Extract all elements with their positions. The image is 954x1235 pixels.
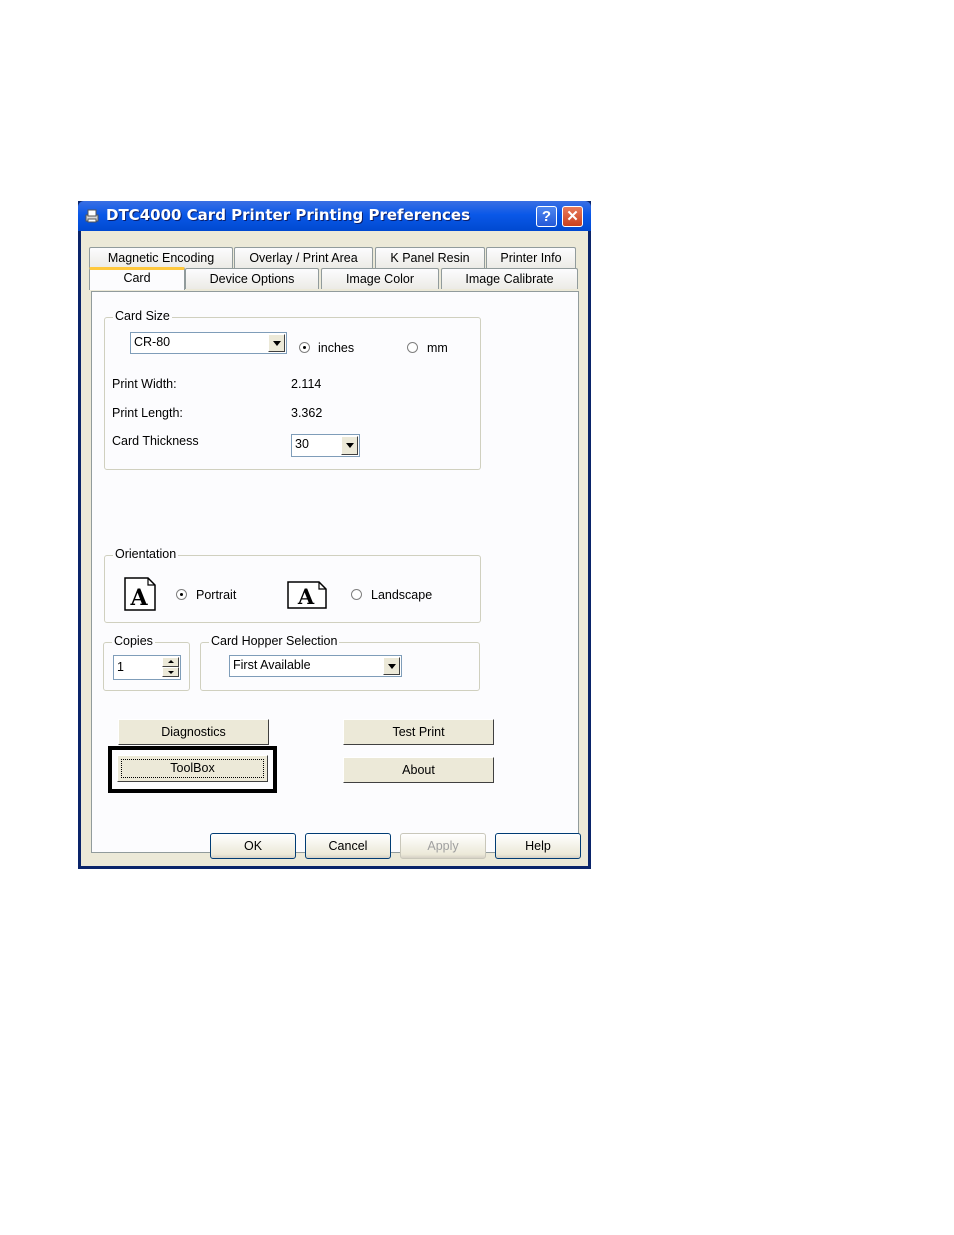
window-title: DTC4000 Card Printer Printing Preference… [106, 206, 470, 224]
spin-down-icon[interactable] [162, 667, 179, 677]
landscape-radio[interactable] [351, 589, 362, 600]
diagnostics-button[interactable]: Diagnostics [118, 719, 269, 745]
cancel-button[interactable]: Cancel [305, 833, 391, 859]
tab-image-calibrate[interactable]: Image Calibrate [441, 268, 578, 289]
inches-radio[interactable] [299, 342, 310, 353]
tab-magnetic-encoding[interactable]: Magnetic Encoding [89, 247, 233, 268]
card-size-select[interactable]: CR-80 [130, 332, 287, 354]
tab-card[interactable]: Card [89, 267, 185, 290]
svg-text:A: A [297, 584, 315, 609]
about-button[interactable]: About [343, 757, 494, 783]
title-bar[interactable]: DTC4000 Card Printer Printing Preference… [78, 201, 591, 231]
copies-label: Copies [112, 634, 155, 648]
copies-group: Copies 1 [103, 634, 190, 691]
ok-button[interactable]: OK [210, 833, 296, 859]
hopper-select[interactable]: First Available [229, 655, 402, 677]
chevron-down-icon[interactable] [341, 436, 358, 455]
card-size-value: CR-80 [134, 335, 171, 349]
landscape-label: Landscape [371, 588, 433, 602]
spin-up-icon[interactable] [162, 657, 179, 667]
portrait-icon: A [124, 577, 156, 611]
close-icon[interactable]: ✕ [562, 206, 583, 227]
hopper-group: Card Hopper Selection First Available [200, 634, 480, 691]
mm-label: mm [427, 341, 448, 355]
chevron-down-icon[interactable] [268, 334, 285, 352]
printer-icon [85, 209, 99, 223]
card-size-label: Card Size [113, 309, 172, 323]
print-width-value: 2.114 [291, 377, 322, 391]
apply-button[interactable]: Apply [400, 833, 486, 859]
svg-text:A: A [129, 585, 148, 611]
print-length-label: Print Length: [112, 406, 183, 420]
tab-image-color[interactable]: Image Color [321, 268, 439, 289]
card-thickness-select[interactable]: 30 [291, 434, 360, 457]
toolbox-button[interactable]: ToolBox [117, 755, 268, 782]
inches-label: inches [318, 341, 355, 355]
copies-value: 1 [117, 660, 124, 674]
card-thickness-label: Card Thickness [112, 434, 199, 448]
tab-k-panel-resin[interactable]: K Panel Resin [375, 247, 485, 268]
hopper-value: First Available [233, 658, 311, 672]
card-size-group: Card Size CR-80 inches mm Print Width: 2… [104, 309, 481, 470]
help-button[interactable]: Help [495, 833, 581, 859]
print-width-label: Print Width: [112, 377, 177, 391]
card-thickness-value: 30 [295, 437, 309, 451]
portrait-label: Portrait [196, 588, 237, 602]
mm-radio[interactable] [407, 342, 418, 353]
help-icon[interactable]: ? [536, 206, 557, 227]
orientation-label: Orientation [113, 547, 179, 561]
print-length-value: 3.362 [291, 406, 323, 420]
chevron-down-icon[interactable] [383, 657, 400, 675]
orientation-group: Orientation A Portrait A Landscape [104, 547, 481, 623]
focus-ring [121, 759, 264, 778]
test-print-button[interactable]: Test Print [343, 719, 494, 745]
tab-overlay-print-area[interactable]: Overlay / Print Area [234, 247, 373, 268]
copies-stepper[interactable]: 1 [113, 655, 181, 680]
tab-printer-info[interactable]: Printer Info [486, 247, 576, 268]
landscape-icon: A [287, 581, 327, 609]
portrait-radio[interactable] [176, 589, 187, 600]
hopper-label: Card Hopper Selection [209, 634, 340, 648]
tab-device-options[interactable]: Device Options [185, 268, 319, 289]
